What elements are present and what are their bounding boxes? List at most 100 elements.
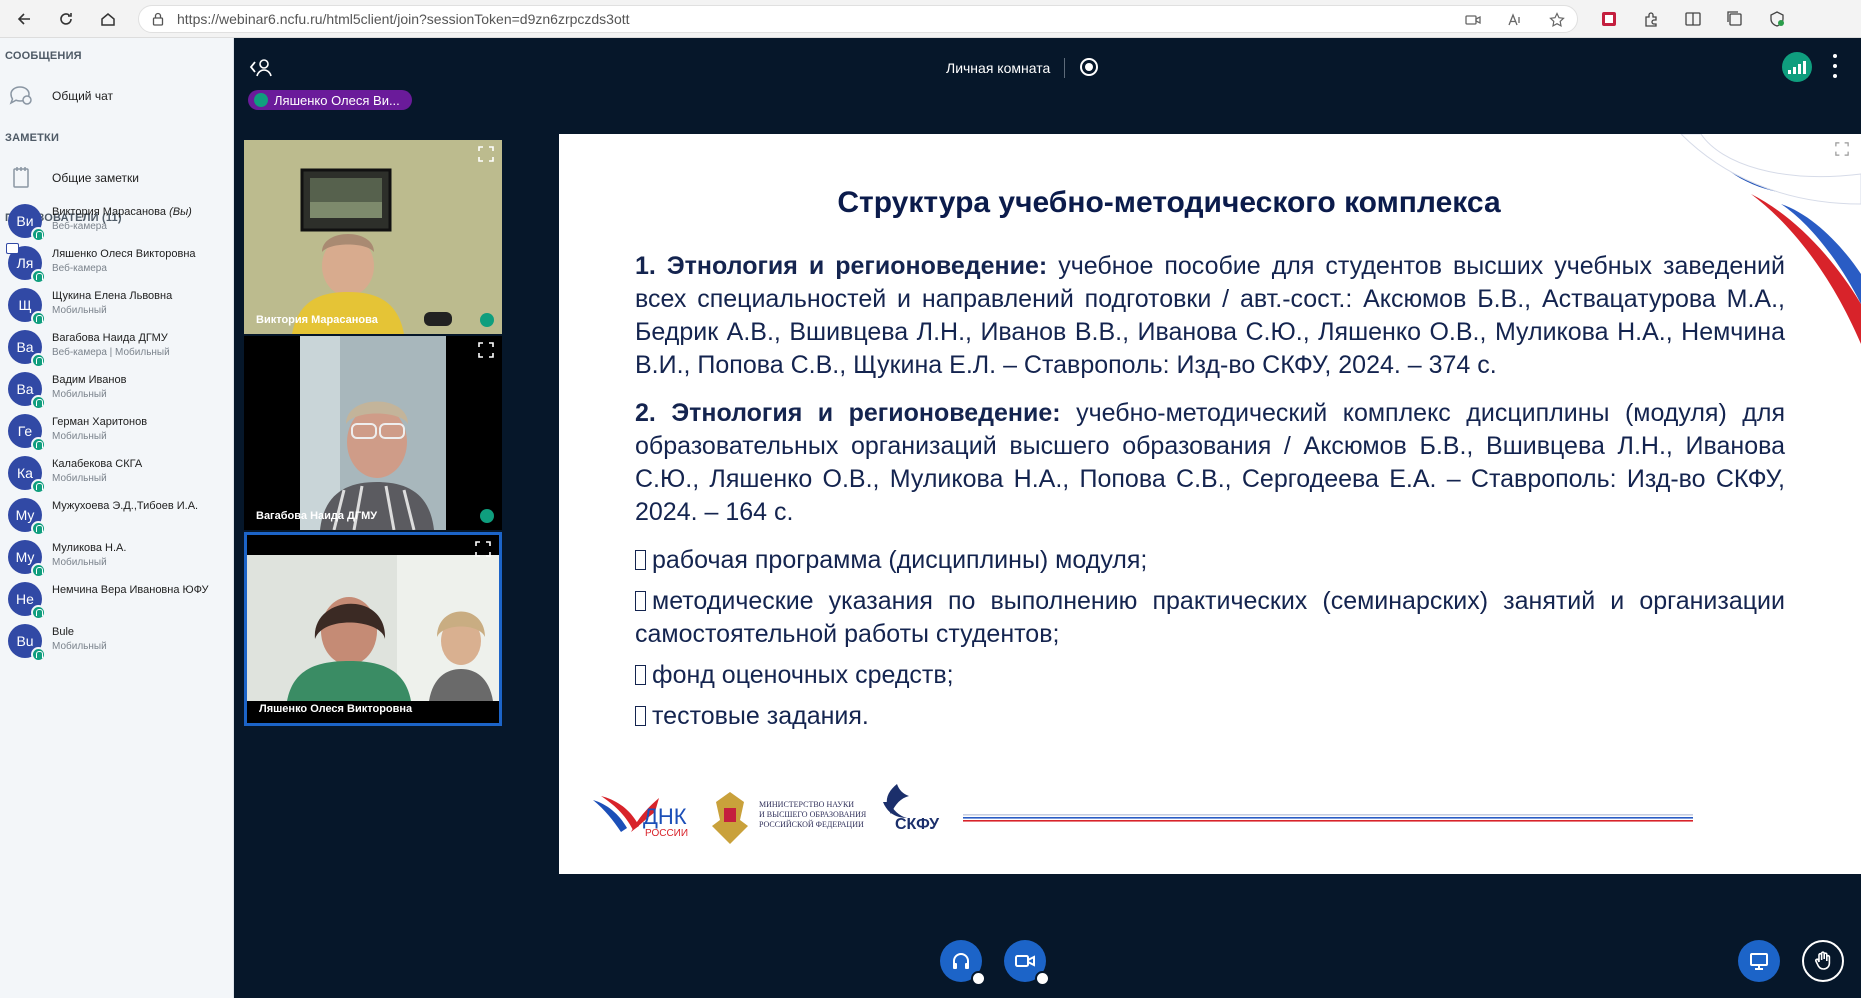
talker-mic-icon [254,93,268,107]
reload-button[interactable] [48,1,84,37]
extensions-puzzle-icon[interactable] [1642,10,1660,28]
camera-button[interactable] [1004,940,1050,986]
fullscreen-icon[interactable] [475,541,491,557]
sidebar: СООБЩЕНИЯ Общий чат ЗАМЕТКИ Общие заметк… [0,38,234,998]
raise-hand-button[interactable] [1802,940,1844,982]
camera-permission-icon[interactable] [1465,12,1481,28]
user-name: Bule [52,626,75,638]
back-arrow-icon [17,12,30,25]
user-name: Калабекова СКГА [52,458,143,470]
address-bar[interactable]: https://webinar6.ncfu.ru/html5client/joi… [138,5,1578,33]
user-info: Калабекова СКГА Мобильный [52,458,142,484]
avatar: Ва [8,330,46,368]
back-button[interactable] [6,1,42,37]
presenter-icon [6,243,19,254]
user-list-item[interactable]: Му Мужухоева Э.Д.,Тибоев И.А. [8,494,230,540]
headphones-icon [953,953,969,969]
user-name: Мужухоева Э.Д.,Тибоев И.А. [52,500,199,512]
presentation-slide[interactable]: Структура учебно-методического комплекса… [559,134,1861,874]
slide-bullet: методические указания по выполнению прак… [635,587,1785,648]
extension-icon[interactable] [1600,10,1618,28]
fullscreen-icon[interactable] [478,146,494,162]
user-name: Немчина Вера Ивановна ЮФУ [52,584,209,596]
user-status: Мобильный [52,557,107,568]
user-status: Веб-камера | Мобильный [52,347,170,358]
fullscreen-icon[interactable] [478,342,494,358]
user-list-item[interactable]: Щ Щукина Елена Львовна Мобильный [8,284,230,330]
avatar: Ге [8,414,46,452]
user-name: Виктория Марасанова (Вы) [52,206,192,218]
user-mic-icon [31,563,46,578]
shared-notes-label: Общие заметки [52,171,139,185]
slide-bullet: фонд оценочных средств; [635,659,1785,692]
audio-options-chevron-icon[interactable] [971,971,986,986]
slide-p1-heading: 1. Этнология и регионоведение: [635,252,1048,280]
read-aloud-icon[interactable] [1507,12,1523,28]
video-frame-1 [244,140,502,334]
home-button[interactable] [90,1,126,37]
user-mic-icon [31,395,46,410]
user-list-item[interactable]: Ви Виктория Марасанова (Вы) Веб-камера [8,200,230,246]
video-tile-3[interactable]: Ляшенко Олеся Викторовна [244,532,502,726]
bullet-box-icon [635,665,646,685]
collections-icon[interactable] [1726,10,1744,28]
room-title: Личная комната [946,60,1051,76]
slide-title: Структура учебно-методического комплекса [837,186,1501,219]
user-info: Виктория Марасанова (Вы) Веб-камера [52,206,192,232]
dnk-logo-subtext: РОССИИ [645,828,689,839]
avatar: Не [8,582,46,620]
camera-options-chevron-icon[interactable] [1035,971,1050,986]
messages-section-title: СООБЩЕНИЯ [5,50,82,62]
user-info: Вадим Иванов Мобильный [52,374,126,400]
video-tile-1[interactable]: Виктория Марасанова [244,140,502,334]
favorite-star-icon[interactable] [1549,12,1565,28]
ministry-text: МИНИСТЕРСТВО НАУКИ И ВЫСШЕГО ОБРАЗОВАНИЯ… [759,800,867,829]
user-list-toggle-icon [249,59,272,77]
user-list-item[interactable]: Не Немчина Вера Ивановна ЮФУ [8,578,230,624]
slide-bullet: тестовые задания. [635,700,1785,733]
notes-icon [13,167,29,188]
user-list-item[interactable]: Ва Вагабова Наида ДГМУ Веб-камера | Мобил… [8,326,230,372]
user-name: Герман Харитонов [52,416,148,428]
bullet-box-icon [635,591,646,611]
slide-logos: ДНК РОССИИ МИНИСТЕРСТВО НАУКИ И ВЫСШЕГО … [591,782,1831,854]
public-chat-item[interactable]: Общий чат [8,80,113,112]
presentation-toggle-button[interactable] [1738,940,1780,982]
user-list-item[interactable]: Ге Герман Харитонов Мобильный [8,410,230,456]
slide-fullscreen-icon[interactable] [1835,142,1849,156]
user-mic-icon [31,311,46,326]
user-info: Bule Мобильный [52,626,107,652]
audio-button[interactable] [940,940,986,986]
talker-name: Ляшенко Олеся Ви... [274,92,400,108]
user-list-item[interactable]: Ва Вадим Иванов Мобильный [8,368,230,414]
bullet-box-icon [635,550,646,570]
user-list-item[interactable]: Ка Калабекова СКГА Мобильный [8,452,230,498]
tricolor-divider [963,814,1693,822]
connection-status-icon[interactable] [1782,52,1812,82]
toggle-users-button[interactable] [248,56,274,78]
video-camera-icon [1015,955,1035,967]
video-tile-2[interactable]: Вагабова Наида ДГМУ [244,336,502,530]
chat-icon [9,86,32,105]
notes-section-title: ЗАМЕТКИ [5,132,60,144]
user-list-item[interactable]: Ля Ляшенко Олеся Викторовна Веб-камера [6,242,230,288]
bullet-box-icon [635,706,646,726]
browser-essentials-icon[interactable] [1768,10,1786,28]
recording-indicator-icon[interactable] [1080,58,1098,76]
slide-paragraph-2: 2. Этнология и регионоведение: учебно-ме… [635,397,1785,529]
video-frame-3 [247,535,499,723]
browser-toolbar: https://webinar6.ncfu.ru/html5client/joi… [0,0,1861,38]
shared-notes-item[interactable]: Общие заметки [8,162,139,194]
url-text: https://webinar6.ncfu.ru/html5client/joi… [177,11,630,27]
user-status: Мобильный [52,473,107,484]
options-menu-icon[interactable] [1832,54,1838,78]
avatar: Щ [8,288,46,326]
video-mic-icon [480,313,494,327]
slide-paragraph-1: 1. Этнология и регионоведение: учебное п… [635,250,1785,382]
video-frame-2 [244,336,502,530]
room-header: Личная комната Ляшенко Олеся Ви... [234,38,1861,110]
video-name-2: Вагабова Наида ДГМУ [256,510,378,522]
user-list-item[interactable]: Bu Bule Мобильный [8,620,230,666]
user-list-item[interactable]: Му Муликова Н.А. Мобильный [8,536,230,582]
split-screen-icon[interactable] [1684,10,1702,28]
